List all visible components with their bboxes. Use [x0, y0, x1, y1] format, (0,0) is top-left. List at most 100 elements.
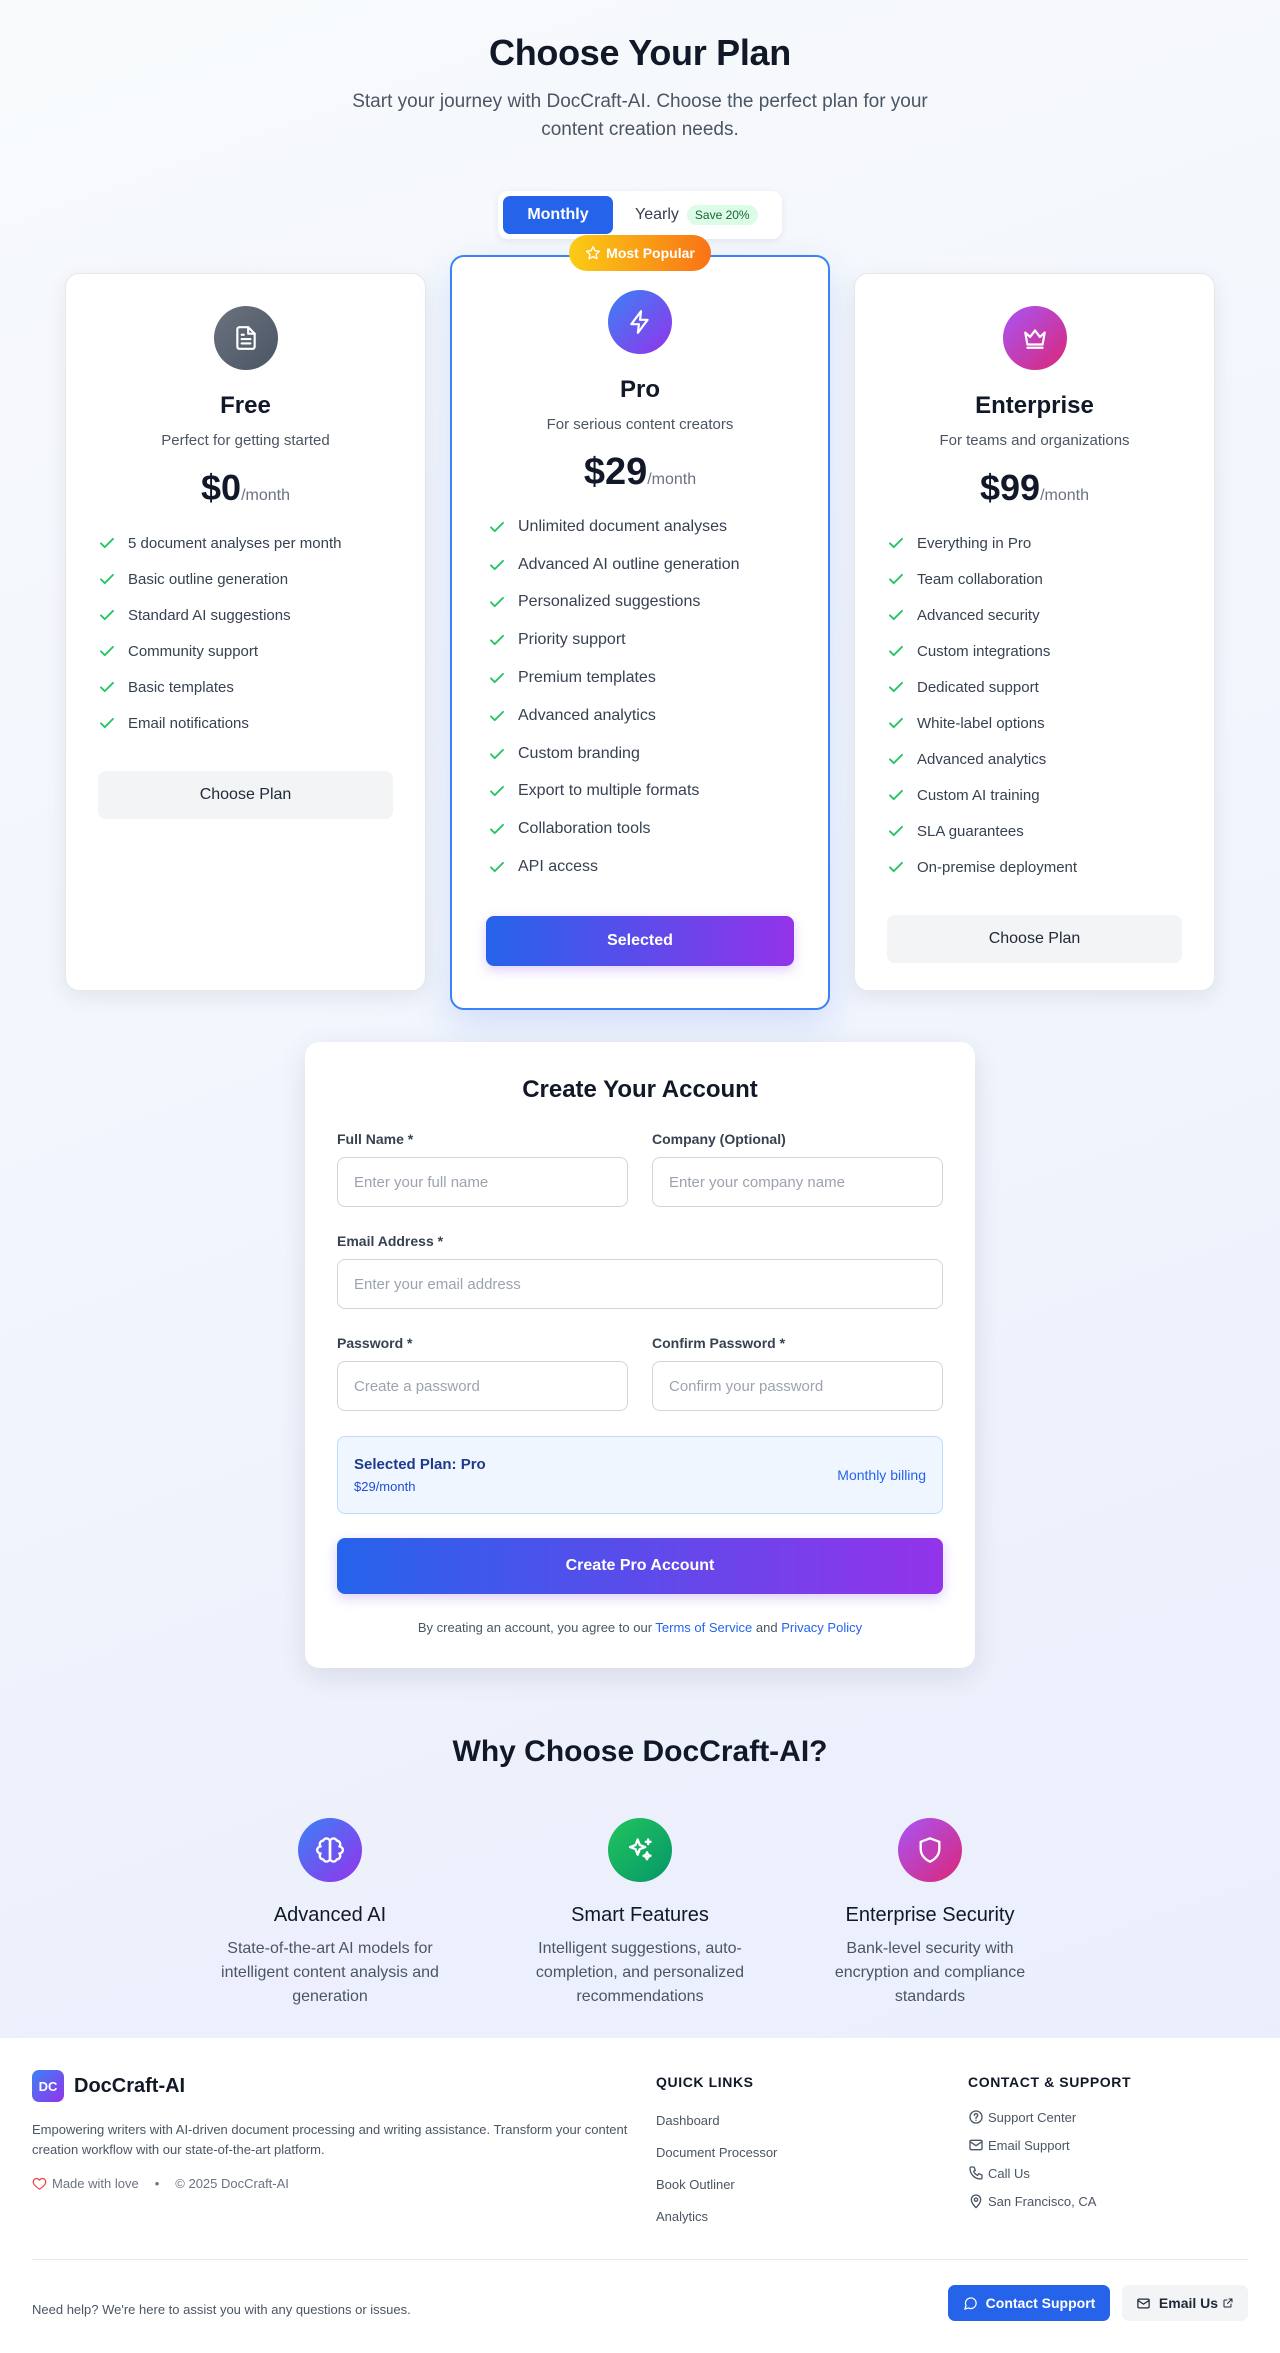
- feature-item: Dedicated support: [887, 669, 1214, 705]
- plan-card-free: Free Perfect for getting started $0/mont…: [65, 273, 426, 991]
- plan-icon-free: [213, 306, 278, 370]
- price-amount: $99: [980, 467, 1041, 508]
- form-title: Create Your Account: [522, 1076, 758, 1103]
- check-icon: [490, 673, 504, 684]
- email-input[interactable]: [337, 1259, 943, 1309]
- selected-plan-billing: Monthly billing: [837, 1467, 926, 1483]
- page-subtitle: Start your journey with DocCraft-AI. Cho…: [352, 91, 928, 140]
- choose-plan-free-button[interactable]: Choose Plan: [98, 771, 393, 819]
- password-field: Password *: [337, 1335, 628, 1411]
- feature-item: SLA guarantees: [887, 813, 1214, 849]
- confirm-password-input[interactable]: [652, 1361, 943, 1411]
- most-popular-badge: Most Popular: [569, 235, 711, 271]
- footer-help-text: Need help? We're here to assist you with…: [32, 2302, 411, 2317]
- terms-of-service-link[interactable]: Terms of Service: [655, 1620, 752, 1635]
- company-field: Company (Optional): [652, 1131, 943, 1207]
- feature-item: Advanced AI outline generation: [488, 546, 828, 584]
- price-period: /month: [1040, 487, 1089, 504]
- monthly-toggle-button[interactable]: Monthly: [503, 196, 613, 234]
- check-icon: [100, 573, 114, 585]
- why-item-smart-features: Smart Features Intelligent suggestions, …: [520, 1818, 760, 2009]
- email-us-button[interactable]: Email Us: [1122, 2285, 1248, 2321]
- price-amount: $29: [583, 451, 648, 493]
- sparkles-icon: [628, 1838, 652, 1861]
- check-icon: [100, 717, 114, 729]
- create-account-button[interactable]: Create Pro Account: [337, 1538, 943, 1594]
- feature-item: Everything in Pro: [887, 525, 1214, 561]
- plan-icon-pro: [608, 290, 672, 354]
- selected-plan-summary: Selected Plan: Pro $29/month Monthly bil…: [337, 1436, 943, 1514]
- contact-support-center[interactable]: Support Center: [968, 2103, 1096, 2131]
- plan-card-pro: Pro For serious content creators $29/mon…: [450, 255, 830, 1010]
- contact-title: CONTACT & SUPPORT: [968, 2074, 1132, 2090]
- feature-item: Email notifications: [98, 705, 425, 741]
- form-row-email: Email Address *: [337, 1233, 943, 1309]
- full-name-input[interactable]: [337, 1157, 628, 1207]
- heart-icon: [32, 2177, 47, 2190]
- check-icon: [100, 681, 114, 693]
- feature-item: Advanced security: [887, 597, 1214, 633]
- check-icon: [100, 609, 114, 621]
- document-icon: [235, 326, 256, 350]
- check-icon: [100, 645, 114, 657]
- plan-price: $29/month: [452, 451, 828, 494]
- yearly-toggle-button[interactable]: Yearly Save 20%: [613, 196, 758, 234]
- contact-support-button[interactable]: Contact Support: [948, 2285, 1110, 2321]
- feature-item: Custom branding: [488, 735, 828, 773]
- feature-item: Basic outline generation: [98, 561, 425, 597]
- contact-call-us[interactable]: Call Us: [968, 2159, 1096, 2187]
- password-input[interactable]: [337, 1361, 628, 1411]
- why-icon-wrap: [298, 1818, 362, 1882]
- hero: Choose Your Plan Start your journey with…: [0, 0, 1280, 144]
- check-icon: [490, 710, 504, 721]
- footer-brand[interactable]: DC DocCraft-AI: [32, 2070, 185, 2102]
- price-amount: $0: [201, 467, 242, 508]
- check-icon: [889, 825, 903, 837]
- choose-plan-enterprise-button[interactable]: Choose Plan: [887, 915, 1182, 963]
- footer-link-document-processor[interactable]: Document Processor: [656, 2136, 777, 2168]
- terms-notice: By creating an account, you agree to our…: [417, 1620, 863, 1635]
- shield-icon: [919, 1837, 941, 1863]
- full-name-field: Full Name *: [337, 1131, 628, 1207]
- feature-item: Custom AI training: [887, 777, 1214, 813]
- brand-name: DocCraft-AI: [74, 2074, 186, 2097]
- feature-list: 5 document analyses per month Basic outl…: [98, 525, 425, 741]
- feature-item: Premium templates: [488, 659, 828, 697]
- plan-description: For teams and organizations: [939, 432, 1130, 449]
- footer-link-analytics[interactable]: Analytics: [656, 2200, 777, 2232]
- company-input[interactable]: [652, 1157, 943, 1207]
- create-account-form: Create Your Account Full Name * Company …: [305, 1042, 975, 1668]
- footer-link-dashboard[interactable]: Dashboard: [656, 2104, 777, 2136]
- why-item-advanced-ai: Advanced AI State-of-the-art AI models f…: [210, 1818, 450, 2009]
- check-icon: [490, 559, 504, 570]
- separator-dot: •: [154, 2176, 160, 2191]
- check-icon: [490, 597, 504, 608]
- lightning-icon: [630, 310, 649, 334]
- contact-email-support[interactable]: Email Support: [968, 2131, 1096, 2159]
- check-icon: [490, 521, 504, 532]
- selected-plan-pro-button[interactable]: Selected: [486, 915, 794, 966]
- why-item-text: State-of-the-art AI models for intellige…: [221, 1940, 439, 2005]
- plan-description: For serious content creators: [546, 416, 734, 433]
- contact-list: Support Center Email Support Call Us San…: [968, 2103, 1096, 2215]
- why-item-enterprise-security: Enterprise Security Bank-level security …: [810, 1818, 1050, 2009]
- check-icon: [889, 861, 903, 873]
- feature-item: API access: [488, 848, 828, 886]
- footer-link-book-outliner[interactable]: Book Outliner: [656, 2168, 777, 2200]
- privacy-policy-link[interactable]: Privacy Policy: [781, 1620, 862, 1635]
- why-section-title: Why Choose DocCraft-AI?: [452, 1735, 828, 1768]
- check-icon: [490, 786, 504, 797]
- feature-item: Custom integrations: [887, 633, 1214, 669]
- check-icon: [889, 537, 903, 549]
- copyright: © 2025 DocCraft-AI: [175, 2176, 289, 2191]
- brand-logo: DC: [32, 2070, 64, 2102]
- why-item-text: Bank-level security with encryption and …: [834, 1940, 1026, 2005]
- plan-card-enterprise: Enterprise For teams and organizations $…: [854, 273, 1215, 991]
- quick-links-title: QUICK LINKS: [656, 2074, 754, 2090]
- selected-plan-info: Selected Plan: Pro $29/month: [354, 1456, 486, 1494]
- site-footer: DC DocCraft-AI Empowering writers with A…: [0, 2038, 1280, 2353]
- full-name-label: Full Name *: [337, 1131, 414, 1147]
- check-icon: [490, 824, 504, 835]
- price-period: /month: [241, 487, 290, 504]
- phone-icon: [969, 2166, 983, 2180]
